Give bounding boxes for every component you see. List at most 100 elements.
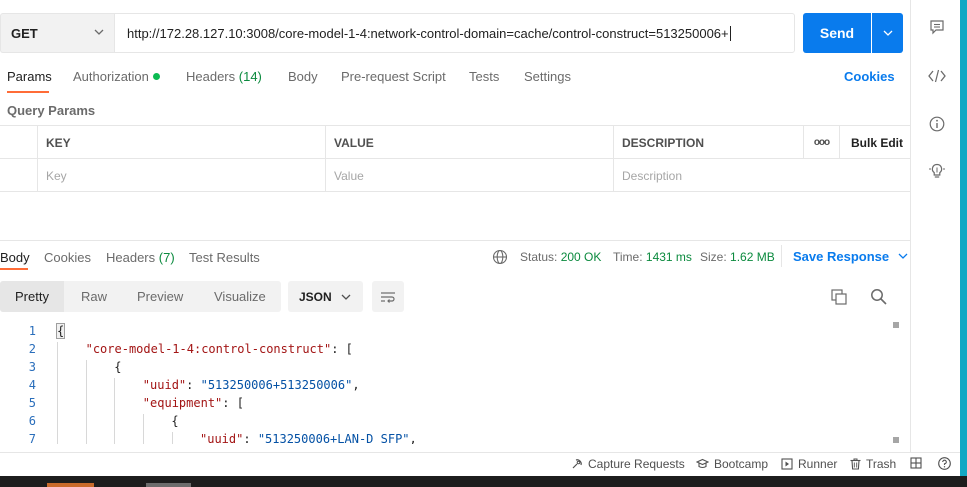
help-button[interactable] — [938, 457, 956, 470]
text-caret — [729, 25, 731, 41]
line-number: 7 — [28, 432, 36, 444]
capture-icon — [572, 459, 582, 469]
trash-icon — [850, 458, 861, 470]
response-tab-cookies[interactable]: Cookies — [44, 250, 91, 265]
json-punctuation: { — [114, 360, 122, 374]
bootcamp-icon — [696, 458, 709, 469]
query-params-table: KEY VALUE DESCRIPTION ooo Bulk Edit Key … — [0, 125, 910, 192]
save-response-button[interactable]: Save Response — [793, 249, 908, 264]
scrollbar-bottom-marker — [893, 437, 899, 443]
line-number: 6 — [28, 414, 36, 428]
send-button[interactable]: Send — [803, 13, 871, 53]
bulk-edit-button[interactable]: Bulk Edit — [839, 126, 910, 159]
response-size[interactable]: Size: 1.62 MB — [700, 250, 775, 264]
wrap-lines-button[interactable] — [372, 281, 404, 312]
query-params-title: Query Params — [7, 103, 96, 118]
header-checkbox-cell — [0, 126, 37, 159]
line-number: 5 — [28, 396, 36, 410]
taskbar-app-indicator[interactable] — [146, 483, 191, 487]
status-label: Status: — [520, 250, 558, 264]
globe-icon[interactable] — [492, 249, 508, 265]
code-line: 3{ — [0, 360, 890, 378]
url-input[interactable]: http://172.28.127.10:3008/core-model-1-4… — [114, 13, 795, 53]
json-key: "uuid" — [200, 432, 244, 444]
response-body-viewer[interactable]: 1{2 "core-model-1-4:control-construct": [… — [0, 322, 900, 444]
json-punctuation: { — [171, 414, 179, 428]
description-input[interactable]: Description — [613, 159, 910, 192]
mode-preview[interactable]: Preview — [137, 281, 183, 312]
response-tab-body[interactable]: Body — [0, 250, 30, 265]
column-header-key: KEY — [37, 126, 325, 159]
postman-app: GET http://172.28.127.10:3008/core-model… — [0, 0, 967, 487]
status-value: 200 OK — [560, 250, 602, 264]
capture-requests-label: Capture Requests — [588, 457, 685, 471]
two-pane-icon — [910, 457, 922, 469]
response-tab-test-results[interactable]: Test Results — [189, 250, 260, 265]
method-select[interactable]: GET — [0, 13, 114, 53]
mode-pretty[interactable]: Pretty — [0, 281, 64, 312]
taskbar-app-indicator[interactable] — [47, 483, 94, 487]
meta-divider — [781, 245, 782, 267]
response-tab-headers-count: (7) — [158, 250, 175, 265]
tab-body[interactable]: Body — [288, 69, 318, 84]
format-select[interactable]: JSON — [288, 281, 363, 312]
tab-tests[interactable]: Tests — [469, 69, 499, 84]
copy-icon[interactable] — [829, 287, 849, 307]
line-number: 3 — [28, 360, 36, 374]
more-options-button[interactable]: ooo — [803, 126, 839, 159]
tab-headers[interactable]: Headers (14) — [186, 69, 262, 84]
tab-headers-count: (14) — [238, 69, 262, 84]
column-header-description: DESCRIPTION — [613, 126, 803, 159]
tab-params[interactable]: Params — [7, 69, 52, 84]
response-divider[interactable] — [0, 240, 910, 241]
code-icon — [928, 69, 946, 83]
response-tab-headers[interactable]: Headers (7) — [106, 250, 175, 265]
code-snippet-button[interactable] — [927, 66, 947, 86]
chevron-down-icon — [898, 253, 908, 259]
send-options-button[interactable] — [872, 13, 903, 53]
lightbulb-icon — [929, 163, 945, 178]
info-button[interactable] — [927, 114, 947, 134]
chevron-down-icon — [883, 30, 892, 36]
column-header-value: VALUE — [325, 126, 613, 159]
json-punctuation: { — [55, 323, 66, 339]
time-label: Time: — [613, 250, 643, 264]
json-string: "513250006+LAN-D_SFP" — [257, 432, 410, 444]
tab-pre-request-script[interactable]: Pre-request Script — [341, 69, 446, 84]
mode-visualize[interactable]: Visualize — [214, 281, 266, 312]
json-punctuation: : [ — [222, 396, 244, 410]
json-key: "core-model-1-4:control-construct" — [85, 342, 332, 356]
search-icon[interactable] — [869, 287, 889, 307]
value-input[interactable]: Value — [325, 159, 613, 192]
runner-button[interactable]: Runner — [781, 457, 837, 471]
method-label: GET — [11, 25, 38, 41]
json-punctuation: , — [352, 378, 360, 392]
key-input[interactable]: Key — [37, 159, 325, 192]
tab-authorization[interactable]: Authorization — [73, 69, 160, 84]
bootcamp-button[interactable]: Bootcamp — [696, 457, 768, 471]
row-checkbox-cell[interactable] — [0, 159, 37, 192]
code-scrollbar[interactable] — [888, 322, 900, 444]
code-line: 2 "core-model-1-4:control-construct": [ — [0, 342, 890, 360]
active-response-tab-indicator — [0, 268, 28, 270]
response-time[interactable]: Time: 1431 ms — [613, 250, 692, 264]
capture-requests-button[interactable]: Capture Requests — [571, 457, 685, 471]
table-header-row: KEY VALUE DESCRIPTION ooo Bulk Edit — [0, 126, 910, 159]
cookies-link[interactable]: Cookies — [844, 69, 895, 84]
status-bar: Capture Requests Bootcamp Runner Trash — [0, 452, 967, 476]
tab-headers-label: Headers — [186, 69, 236, 84]
tab-settings[interactable]: Settings — [524, 69, 571, 84]
two-pane-button[interactable] — [910, 457, 927, 469]
suggestions-button[interactable] — [927, 161, 947, 181]
runner-label: Runner — [798, 457, 838, 471]
code-text: "equipment": [ — [143, 396, 244, 410]
trash-button[interactable]: Trash — [850, 457, 896, 471]
code-text: { — [171, 414, 178, 428]
response-status[interactable]: Status: 200 OK — [520, 250, 601, 264]
mode-raw[interactable]: Raw — [81, 281, 107, 312]
comments-button[interactable] — [927, 17, 947, 37]
code-line: 6{ — [0, 414, 890, 432]
code-line: 5 "equipment": [ — [0, 396, 890, 414]
status-dot-icon — [152, 73, 160, 81]
chevron-down-icon — [94, 29, 104, 35]
